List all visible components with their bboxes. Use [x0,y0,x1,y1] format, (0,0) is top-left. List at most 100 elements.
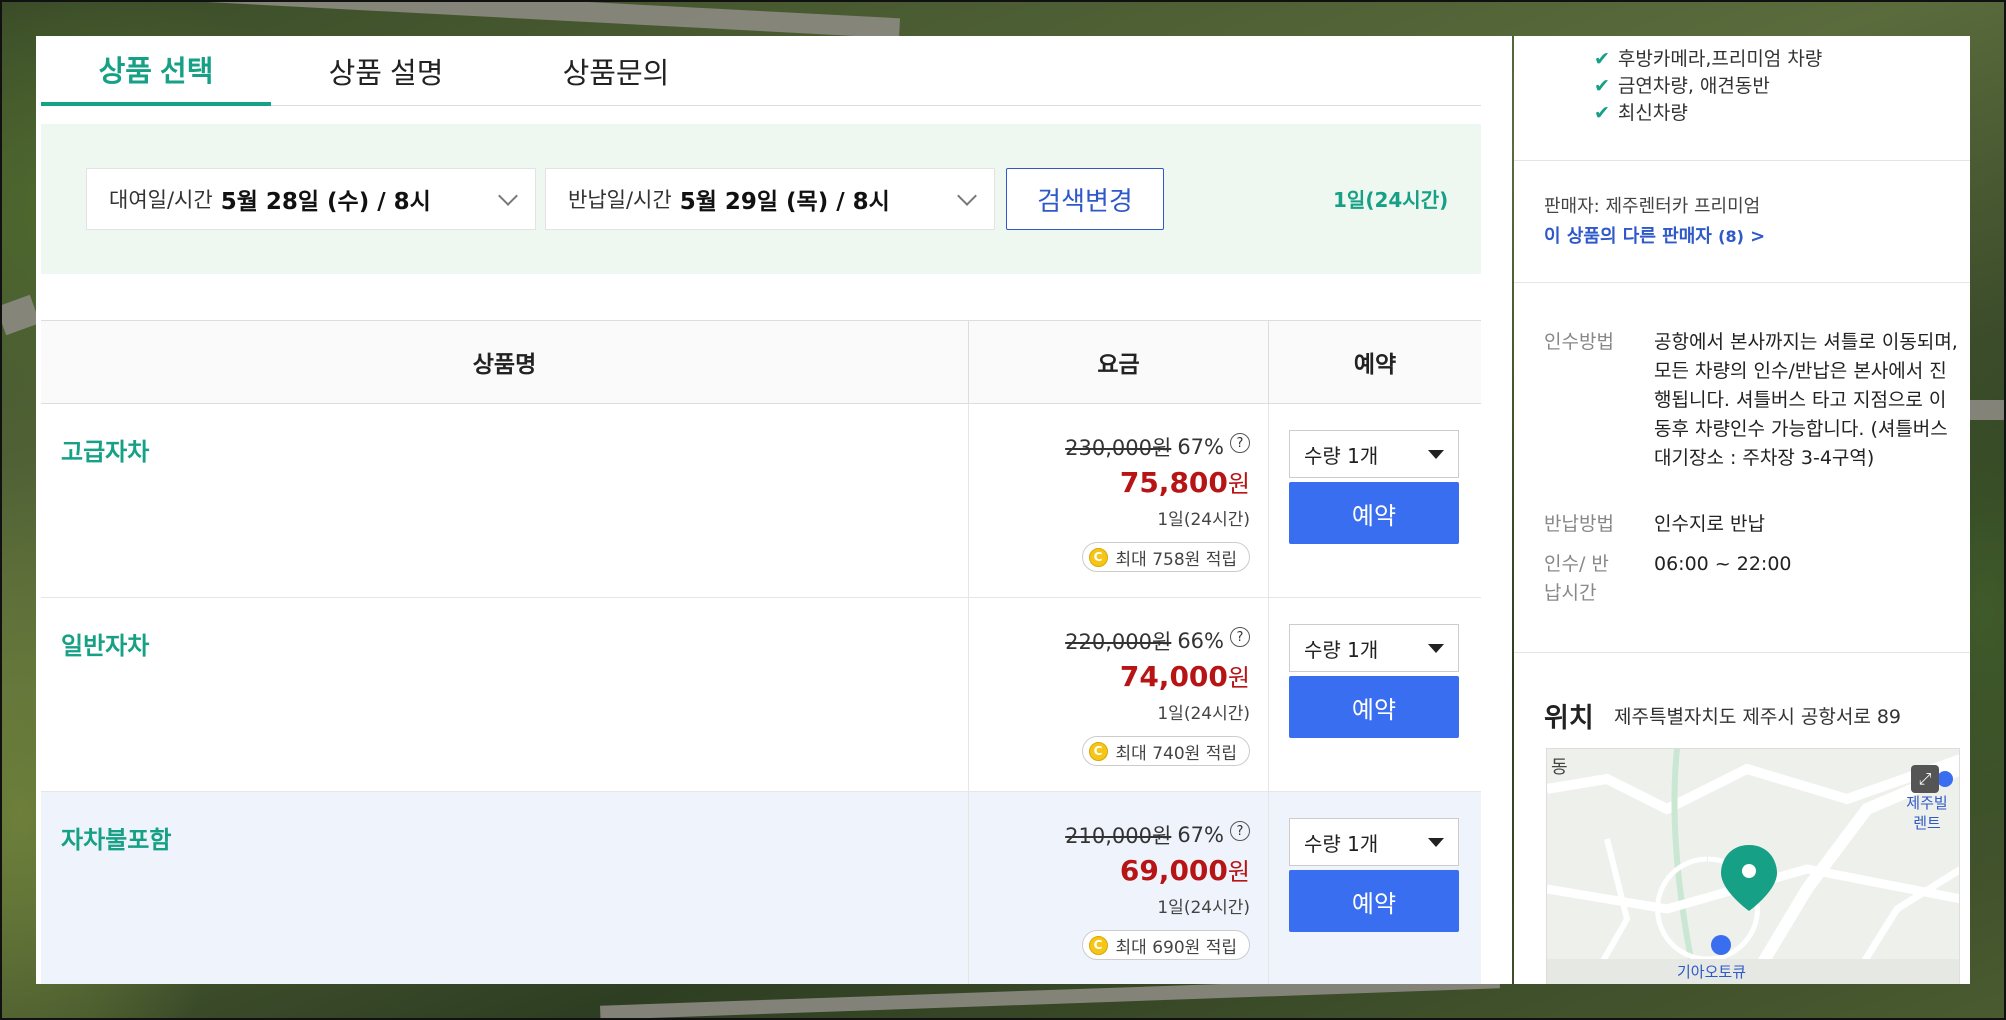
info-label: 반납방법 [1544,513,1614,535]
table-row: 자차불포함 210,000원 67% ? 69,000원 1일(24시간) C … [41,792,1481,984]
divider [1514,160,1970,161]
header-reserve: 예약 [1353,352,1397,378]
header-price: 요금 [969,321,1269,403]
table-row: 일반자차 220,000원 66% ? 74,000원 1일(24시간) C 최… [41,598,1481,792]
product-panel: 상품 선택 상품 설명 상품문의 대여일/시간 5월 28일 (수) / 8시 … [36,36,1512,984]
location-address: 제주특별자치도 제주시 공항서로 89 [1614,706,1902,728]
other-sellers-link[interactable]: 이 상품의 다른 판매자 (8) > [1544,222,1765,248]
expand-icon[interactable]: ⤢ [1911,765,1939,793]
table-row: 고급자차 230,000원 67% ? 75,800원 1일(24시간) C 최… [41,404,1481,598]
sale-price: 75,800 [1119,466,1228,499]
original-price: 210,000원 [1065,824,1172,848]
quantity-select[interactable]: 수량 1개 [1289,430,1459,478]
dropdown-arrow-icon [1428,450,1444,459]
quantity-value: 수량 1개 [1304,831,1379,856]
divider [1514,282,1970,283]
rental-duration: 1일(24시간) [1333,188,1449,212]
product-name[interactable]: 자차불포함 [61,820,171,855]
currency-unit: 원 [1227,664,1250,692]
price-duration: 1일(24시간) [1157,510,1250,530]
discount-rate: 67% [1177,435,1224,459]
help-icon[interactable]: ? [1230,433,1250,453]
table-header: 상품명 요금 예약 [41,320,1481,404]
chevron-right-icon: > [1750,226,1766,247]
list-item: ✔ 최신차량 [1594,100,1822,127]
info-value: 인수지로 반납 [1654,513,1765,535]
original-price: 230,000원 [1065,436,1172,460]
tab-product-description[interactable]: 상품 설명 [271,36,501,106]
currency-unit: 원 [1227,470,1250,498]
poi-icon [1937,771,1953,787]
dropdown-arrow-icon [1428,644,1444,653]
header-name: 상품명 [41,321,969,403]
point-text: 최대 740원 적립 [1115,743,1237,764]
seller-name: 판매자: 제주렌터카 프리미엄 [1544,196,1761,217]
point-text: 최대 690원 적립 [1115,937,1237,958]
reserve-button[interactable]: 예약 [1289,482,1459,544]
location-map[interactable]: 동 제주빌렌트 기아오토큐 ⤢ [1546,748,1960,984]
price-duration: 1일(24시간) [1157,704,1250,724]
tab-product-select[interactable]: 상품 선택 [41,36,271,106]
info-label: 인수방법 [1544,331,1614,353]
check-icon: ✔ [1594,48,1610,70]
point-badge: C 최대 758원 적립 [1081,542,1250,572]
other-sellers-text: 이 상품의 다른 판매자 [1544,226,1712,247]
product-name[interactable]: 일반자차 [61,626,149,661]
pickup-value: 5월 28일 (수) / 8시 [220,189,431,215]
search-panel: 대여일/시간 5월 28일 (수) / 8시 반납일/시간 5월 29일 (목)… [41,124,1481,274]
quantity-select[interactable]: 수량 1개 [1289,818,1459,866]
location-title: 위치 [1544,703,1594,734]
quantity-value: 수량 1개 [1304,443,1379,468]
check-icon: ✔ [1594,75,1610,97]
map-label-poi: 기아오토큐 [1677,963,1747,981]
coin-icon: C [1088,935,1108,955]
return-date-select[interactable]: 반납일/시간 5월 29일 (목) / 8시 [545,168,995,230]
coin-icon: C [1088,547,1108,567]
point-text: 최대 758원 적립 [1115,549,1237,570]
quantity-select[interactable]: 수량 1개 [1289,624,1459,672]
tab-product-inquiry[interactable]: 상품문의 [501,36,731,106]
point-badge: C 최대 690원 적립 [1081,930,1250,960]
map-label-poi: 제주빌렌트 [1906,794,1948,832]
quantity-value: 수량 1개 [1304,637,1379,662]
check-icon: ✔ [1594,102,1610,124]
chevron-down-icon [957,186,977,206]
dropdown-arrow-icon [1428,838,1444,847]
map-label-dong: 동 [1551,757,1568,778]
currency-unit: 원 [1227,858,1250,886]
return-label: 반납일/시간 [568,188,672,212]
search-change-button[interactable]: 검색변경 [1006,168,1164,230]
product-table: 상품명 요금 예약 고급자차 230,000원 67% ? 75,800원 1일… [41,320,1481,984]
reserve-button[interactable]: 예약 [1289,870,1459,932]
return-value: 5월 29일 (목) / 8시 [679,189,890,215]
point-badge: C 최대 740원 적립 [1081,736,1250,766]
sale-price: 74,000 [1119,660,1228,693]
price-duration: 1일(24시간) [1157,898,1250,918]
list-item: ✔ 후방카메라,프리미엄 차량 [1594,46,1822,73]
discount-rate: 67% [1177,823,1224,847]
info-label: 인수/ 반납시간 [1544,553,1609,604]
reserve-button[interactable]: 예약 [1289,676,1459,738]
feature-text: 후방카메라,프리미엄 차량 [1617,48,1823,70]
feature-list: ✔ 후방카메라,프리미엄 차량 ✔ 금연차량, 애견동반 ✔ 최신차량 [1594,46,1822,127]
feature-text: 최신차량 [1617,102,1688,124]
poi-icon [1711,935,1731,955]
original-price: 220,000원 [1065,630,1172,654]
divider [1514,652,1970,653]
product-name[interactable]: 고급자차 [61,432,149,467]
info-value: 06:00 ~ 22:00 [1654,553,1792,575]
list-item: ✔ 금연차량, 애견동반 [1594,73,1822,100]
chevron-down-icon [498,186,518,206]
map-graphic [1547,749,1959,984]
help-icon[interactable]: ? [1230,627,1250,647]
other-sellers-count: (8) [1718,227,1744,246]
seller-sidebar: ✔ 후방카메라,프리미엄 차량 ✔ 금연차량, 애견동반 ✔ 최신차량 판매자: 제주… [1514,36,1970,984]
pickup-label: 대여일/시간 [109,188,213,212]
sale-price: 69,000 [1119,854,1228,887]
tab-bar: 상품 선택 상품 설명 상품문의 [41,36,1481,106]
coin-icon: C [1088,741,1108,761]
feature-text: 금연차량, 애견동반 [1617,75,1770,97]
pickup-date-select[interactable]: 대여일/시간 5월 28일 (수) / 8시 [86,168,536,230]
discount-rate: 66% [1177,629,1224,653]
help-icon[interactable]: ? [1230,821,1250,841]
